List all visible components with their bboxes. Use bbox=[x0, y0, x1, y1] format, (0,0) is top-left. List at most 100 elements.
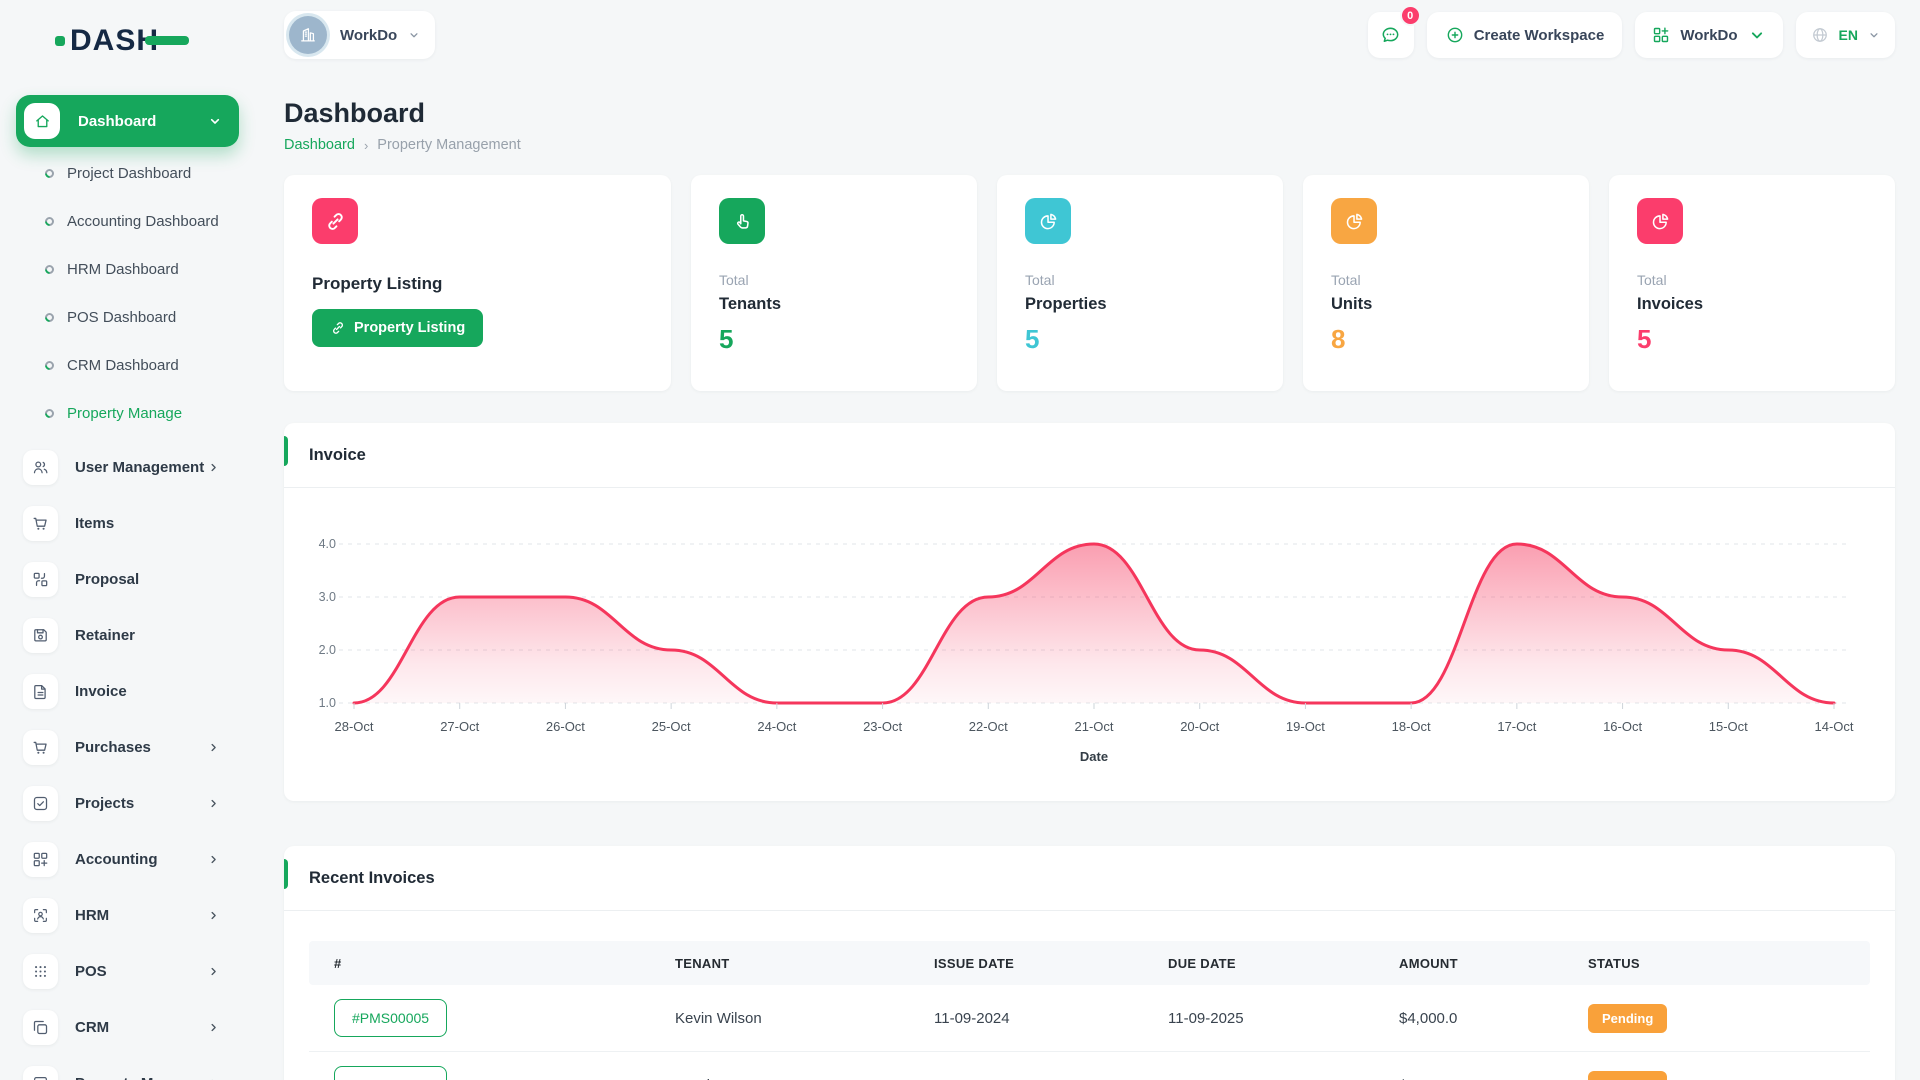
invoice-area-chart: 1.02.03.04.028-Oct27-Oct26-Oct25-Oct24-O… bbox=[284, 488, 1895, 793]
topbar-actions: 0 Create Workspace WorkDo EN bbox=[1368, 12, 1895, 58]
invoice-id-button[interactable]: #PMS00005 bbox=[334, 999, 447, 1037]
sidebar-item-accounting[interactable]: Accounting bbox=[0, 831, 284, 887]
bullet-icon bbox=[43, 359, 56, 372]
issue-date-cell: 11-09-2024 bbox=[934, 1077, 1168, 1080]
sidebar-item-hrm[interactable]: HRM bbox=[0, 887, 284, 943]
chevron-right-icon bbox=[207, 1077, 220, 1080]
link-icon bbox=[312, 198, 358, 244]
sidebar-item-retainer[interactable]: Retainer bbox=[0, 607, 284, 663]
breadcrumb: Dashboard › Property Management bbox=[284, 137, 1895, 153]
messages-button[interactable]: 0 bbox=[1368, 12, 1414, 58]
chevron-right-icon bbox=[207, 965, 220, 978]
stat-name: Properties bbox=[1025, 295, 1255, 314]
sidebar-item-invoice[interactable]: Invoice bbox=[0, 663, 284, 719]
table-row: #PMS00005 Kevin Wilson 11-09-2024 11-09-… bbox=[309, 985, 1870, 1052]
create-workspace-button[interactable]: Create Workspace bbox=[1427, 12, 1623, 58]
sidebar-item-user-management[interactable]: User Management bbox=[0, 439, 284, 495]
svg-text:17-Oct: 17-Oct bbox=[1497, 719, 1536, 734]
stat-total-label: Total bbox=[1331, 272, 1561, 288]
app-switcher-label: WorkDo bbox=[1680, 27, 1737, 44]
column-header-amount: AMOUNT bbox=[1399, 956, 1588, 971]
tenant-cell: Sarah Brown bbox=[675, 1077, 934, 1080]
pie-icon bbox=[1025, 198, 1071, 244]
workspace-name: WorkDo bbox=[340, 27, 397, 44]
svg-text:22-Oct: 22-Oct bbox=[969, 719, 1008, 734]
amount-cell: $2,000.0 bbox=[1399, 1077, 1588, 1080]
column-header-tenant: TENANT bbox=[675, 956, 934, 971]
link-icon bbox=[330, 320, 346, 336]
chevron-down-icon bbox=[1867, 28, 1881, 42]
chevron-right-icon bbox=[207, 741, 220, 754]
sidebar-item-label: Items bbox=[75, 515, 114, 532]
building-icon bbox=[298, 25, 318, 45]
app-switcher[interactable]: WorkDo bbox=[1635, 12, 1782, 58]
bullet-icon bbox=[43, 167, 56, 180]
property-icon bbox=[23, 1066, 58, 1080]
sidebar-item-label: Invoice bbox=[75, 683, 127, 700]
stat-name: Invoices bbox=[1637, 295, 1867, 314]
sidebar-subitem-label: Project Dashboard bbox=[67, 165, 191, 182]
invoice-chart-panel: Invoice 1.02.03.04.028-Oct27-Oct26-Oct25… bbox=[284, 423, 1895, 801]
sidebar-item-purchases[interactable]: Purchases bbox=[0, 719, 284, 775]
sidebar-item-label: HRM bbox=[75, 907, 109, 924]
column-header-id: # bbox=[309, 956, 675, 971]
chat-icon bbox=[1379, 24, 1402, 47]
users-icon bbox=[23, 450, 58, 485]
logo-bar bbox=[145, 36, 189, 45]
sidebar-item-label: User Management bbox=[75, 459, 204, 476]
sidebar-subitem-accounting-dashboard[interactable]: Accounting Dashboard bbox=[0, 197, 284, 245]
sidebar-item-projects[interactable]: Projects bbox=[0, 775, 284, 831]
sidebar-item-label: Projects bbox=[75, 795, 134, 812]
sidebar-item-pos[interactable]: POS bbox=[0, 943, 284, 999]
stat-total-label: Total bbox=[1025, 272, 1255, 288]
chevron-right-icon bbox=[207, 461, 220, 474]
sidebar-subitem-label: HRM Dashboard bbox=[67, 261, 179, 278]
hrm-icon bbox=[23, 898, 58, 933]
sidebar-subitem-label: Property Manage bbox=[67, 405, 182, 422]
invoice-id-button[interactable]: #PMS00004 bbox=[334, 1066, 447, 1080]
recent-invoices-table: #TENANTISSUE DATEDUE DATEAMOUNTSTATUS #P… bbox=[309, 941, 1870, 1080]
invoice-icon bbox=[23, 674, 58, 709]
main-area: WorkDo 0 Create Workspace WorkDo bbox=[284, 0, 1920, 1080]
sidebar-item-label: Property Manage bbox=[75, 1075, 197, 1080]
svg-text:16-Oct: 16-Oct bbox=[1603, 719, 1642, 734]
svg-text:25-Oct: 25-Oct bbox=[652, 719, 691, 734]
workspace-selector[interactable]: WorkDo bbox=[284, 11, 435, 59]
sidebar-item-dashboard[interactable]: Dashboard bbox=[16, 95, 239, 147]
sidebar-item-proposal[interactable]: Proposal bbox=[0, 551, 284, 607]
stat-card-invoices: Total Invoices 5 bbox=[1609, 175, 1895, 391]
sidebar-item-crm[interactable]: CRM bbox=[0, 999, 284, 1055]
due-date-cell: 11-09-2025 bbox=[1168, 1010, 1399, 1027]
breadcrumb-link[interactable]: Dashboard bbox=[284, 137, 355, 153]
stat-value: 8 bbox=[1331, 324, 1561, 355]
brand-logo[interactable]: DASH bbox=[55, 18, 284, 63]
topbar: WorkDo 0 Create Workspace WorkDo bbox=[284, 0, 1895, 70]
stat-value: 5 bbox=[1637, 324, 1867, 355]
sidebar-item-label: Retainer bbox=[75, 627, 135, 644]
table-header-row: #TENANTISSUE DATEDUE DATEAMOUNTSTATUS bbox=[309, 941, 1870, 985]
cart-icon bbox=[23, 730, 58, 765]
pie-icon bbox=[1637, 198, 1683, 244]
chevron-right-icon bbox=[207, 909, 220, 922]
stat-value: 5 bbox=[1025, 324, 1255, 355]
svg-text:15-Oct: 15-Oct bbox=[1709, 719, 1748, 734]
sidebar-subitem-hrm-dashboard[interactable]: HRM Dashboard bbox=[0, 245, 284, 293]
language-selector[interactable]: EN bbox=[1796, 12, 1895, 58]
sidebar-subitem-pos-dashboard[interactable]: POS Dashboard bbox=[0, 293, 284, 341]
sidebar-item-property-manage[interactable]: Property Manage bbox=[0, 1055, 284, 1080]
sidebar-subitem-property-manage[interactable]: Property Manage bbox=[0, 389, 284, 437]
dashboard-submenu: Project Dashboard Accounting Dashboard H… bbox=[0, 149, 284, 437]
property-listing-card: Property Listing Property Listing bbox=[284, 175, 671, 391]
sidebar-subitem-crm-dashboard[interactable]: CRM Dashboard bbox=[0, 341, 284, 389]
sidebar-item-label: Proposal bbox=[75, 571, 139, 588]
home-icon bbox=[24, 103, 60, 139]
table-body: #PMS00005 Kevin Wilson 11-09-2024 11-09-… bbox=[309, 985, 1870, 1080]
invoice-panel-title: Invoice bbox=[284, 423, 1895, 488]
property-listing-button[interactable]: Property Listing bbox=[312, 309, 483, 347]
sidebar-item-items[interactable]: Items bbox=[0, 495, 284, 551]
sidebar-item-label: POS bbox=[75, 963, 107, 980]
panel-accent bbox=[284, 436, 288, 466]
property-listing-title: Property Listing bbox=[312, 274, 643, 294]
sidebar-subitem-project-dashboard[interactable]: Project Dashboard bbox=[0, 149, 284, 197]
stat-value: 5 bbox=[719, 324, 949, 355]
